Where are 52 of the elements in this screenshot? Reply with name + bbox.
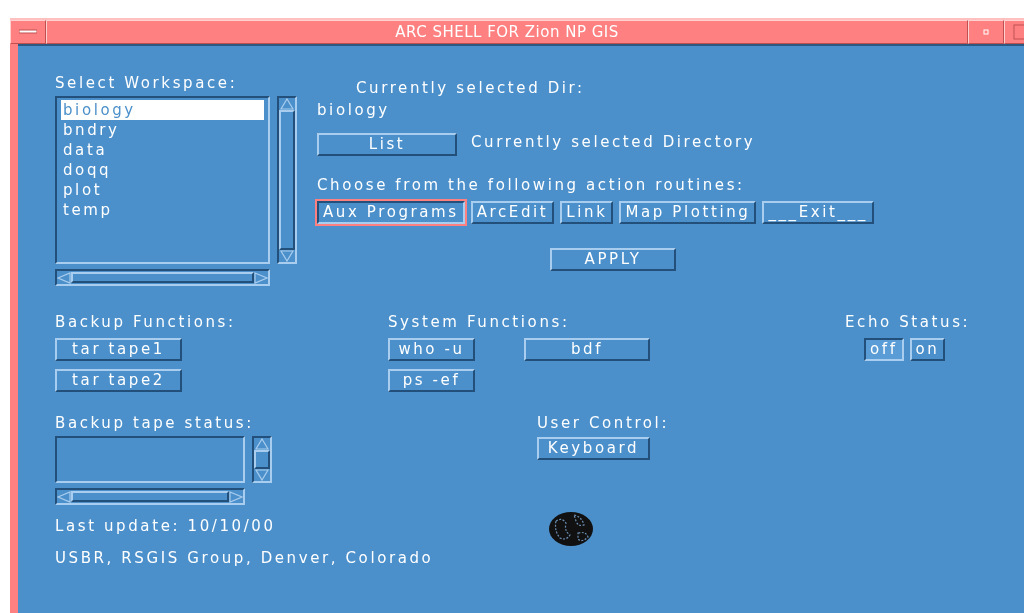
keyboard-button[interactable]: Keyboard — [537, 437, 650, 460]
apply-button[interactable]: APPLY — [550, 248, 676, 271]
scroll-up-arrow-icon[interactable] — [255, 438, 269, 450]
scroll-right-arrow-icon[interactable] — [229, 490, 243, 503]
workspace-list-item[interactable]: temp — [61, 200, 264, 220]
window-title: ARC SHELL FOR Zion NP GIS — [46, 20, 968, 44]
horizontal-scrollbar[interactable] — [55, 269, 270, 286]
user-control-label: User Control: — [537, 414, 670, 432]
scroll-left-arrow-icon[interactable] — [57, 271, 71, 284]
workspace-list-item[interactable]: data — [61, 140, 264, 160]
menu-bar-icon — [19, 29, 37, 35]
workspace-label: Select Workspace: — [55, 74, 239, 92]
workspace-list-item[interactable]: doqq — [61, 160, 264, 180]
globe-icon — [548, 511, 594, 547]
backup-button[interactable]: tar tape1 — [55, 338, 182, 361]
actions-label: Choose from the following action routines: — [317, 176, 746, 194]
action-button[interactable]: Link — [560, 201, 614, 224]
action-button[interactable]: Map Plotting — [619, 201, 757, 224]
window-menu-button[interactable] — [10, 20, 46, 44]
horizontal-scrollbar[interactable] — [55, 488, 245, 505]
scroll-up-arrow-icon[interactable] — [280, 98, 294, 110]
echo-status-label: Echo Status: — [845, 313, 971, 331]
scroll-down-arrow-icon[interactable] — [255, 469, 269, 481]
action-button[interactable]: Aux Programs — [317, 201, 465, 224]
scroll-right-arrow-icon[interactable] — [254, 271, 268, 284]
system-button[interactable]: ps -ef — [388, 369, 475, 392]
vertical-scrollbar[interactable] — [277, 96, 297, 264]
action-button[interactable]: ___Exit___ — [762, 201, 874, 224]
minimize-icon — [983, 29, 989, 35]
minimize-button[interactable] — [968, 20, 1004, 44]
system-functions-label: System Functions: — [388, 313, 571, 331]
backup-button[interactable]: tar tape2 — [55, 369, 182, 392]
directory-label: Currently selected Dir: — [356, 79, 586, 97]
credits-text: USBR, RSGIS Group, Denver, Colorado — [55, 549, 435, 567]
workspace-list-item[interactable]: biology — [61, 100, 264, 120]
scrollbar-thumb[interactable] — [254, 450, 270, 469]
echo-toggle-button[interactable]: on — [909, 338, 946, 361]
scroll-down-arrow-icon[interactable] — [280, 250, 294, 262]
system-button[interactable]: bdf — [524, 338, 650, 361]
tape-status-label: Backup tape status: — [55, 414, 255, 432]
last-update-text: Last update: 10/10/00 — [55, 517, 277, 535]
scroll-left-arrow-icon[interactable] — [57, 490, 71, 503]
action-button[interactable]: ArcEdit — [470, 201, 555, 224]
system-button[interactable]: who -u — [388, 338, 475, 361]
backup-functions-label: Backup Functions: — [55, 313, 237, 331]
vertical-scrollbar[interactable] — [252, 436, 272, 483]
directory-value: biology — [317, 101, 391, 119]
echo-toggle-button[interactable]: off — [864, 338, 904, 361]
workspace-list-item[interactable]: plot — [61, 180, 264, 200]
list-button[interactable]: List — [317, 133, 457, 156]
workspace-list-item[interactable]: bndry — [61, 120, 264, 140]
directory-caption: Currently selected Directory — [471, 132, 756, 151]
